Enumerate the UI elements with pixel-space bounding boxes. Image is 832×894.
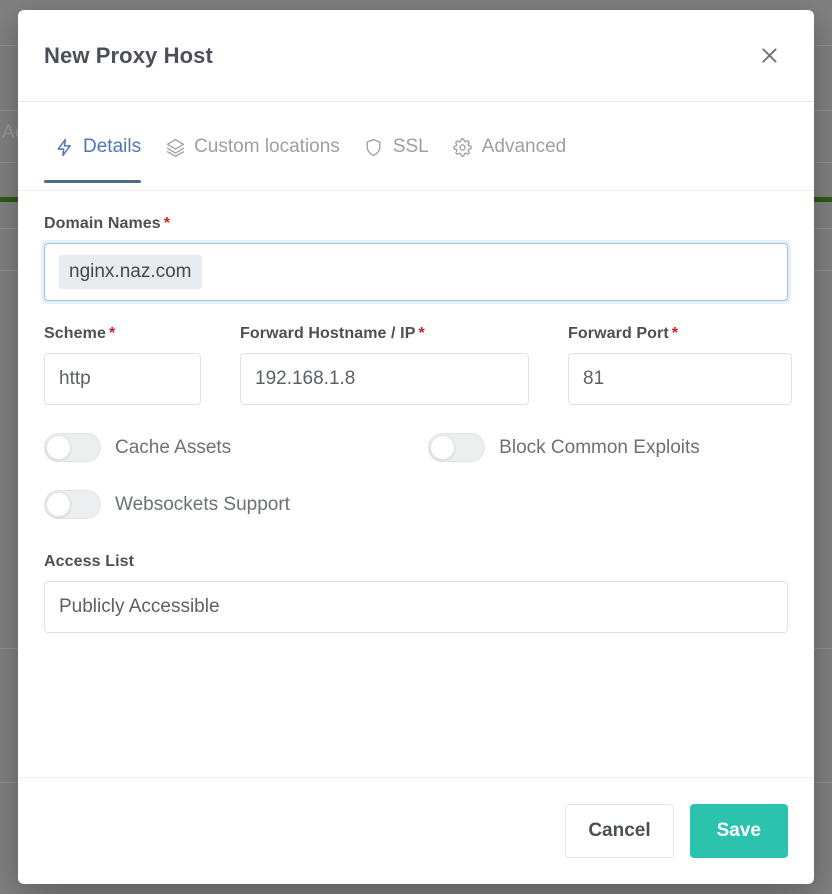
- forward-settings-row: Scheme * http Forward Hostname / IP * 192.…: [44, 325, 792, 405]
- required-marker: *: [418, 325, 425, 342]
- scheme-field: Scheme * http: [44, 325, 201, 405]
- block-common-exploits-label: Block Common Exploits: [499, 436, 700, 458]
- forward-port-label-text: Forward Port: [568, 325, 669, 342]
- required-marker: *: [671, 325, 679, 342]
- forward-hostname-field: Forward Hostname / IP * 192.168.1.8: [240, 325, 529, 405]
- required-marker: *: [163, 215, 171, 232]
- scheme-label-text: Scheme: [44, 325, 106, 342]
- domain-names-label-text: Domain Names: [44, 215, 161, 232]
- dialog-header: New Proxy Host: [18, 10, 814, 102]
- tab-custom-locations[interactable]: Custom locations: [155, 124, 354, 170]
- access-list-select[interactable]: Publicly Accessible: [44, 581, 788, 633]
- tab-custom-locations-label: Custom locations: [194, 136, 340, 157]
- block-common-exploits-switch[interactable]: [428, 433, 486, 462]
- domain-names-label: Domain Names *: [44, 215, 788, 233]
- cache-assets-toggle[interactable]: Cache Assets: [44, 433, 231, 462]
- forward-hostname-value: 192.168.1.8: [255, 368, 356, 389]
- dialog-body: Domain Names * nginx.naz.com Scheme * http…: [18, 191, 814, 777]
- close-icon[interactable]: [752, 39, 786, 73]
- tab-advanced-label: Advanced: [481, 136, 567, 157]
- forward-port-input[interactable]: 81: [568, 353, 792, 405]
- cache-assets-label: Cache Assets: [115, 436, 232, 458]
- access-list-value: Publicly Accessible: [59, 596, 220, 617]
- new-proxy-host-dialog: New Proxy Host Details Custom locations …: [18, 10, 814, 884]
- toggles-row-1: Cache Assets Block Common Exploits: [44, 433, 788, 462]
- forward-hostname-label: Forward Hostname / IP *: [240, 325, 529, 343]
- websockets-support-label: Websockets Support: [115, 493, 290, 515]
- websockets-support-toggle[interactable]: Websockets Support: [44, 490, 290, 519]
- tab-details-label: Details: [83, 136, 142, 157]
- forward-port-value: 81: [583, 368, 605, 389]
- scheme-select[interactable]: http: [44, 353, 201, 405]
- gear-icon: [453, 137, 473, 157]
- websockets-support-switch[interactable]: [44, 490, 101, 519]
- scheme-value: http: [59, 368, 91, 389]
- switch-knob: [46, 435, 71, 460]
- domain-tag[interactable]: nginx.naz.com: [59, 255, 202, 289]
- tab-advanced[interactable]: Advanced: [443, 124, 581, 170]
- switch-knob: [430, 435, 456, 460]
- forward-port-label: Forward Port *: [568, 325, 792, 343]
- cache-assets-switch[interactable]: [44, 433, 101, 462]
- dialog-tabs: Details Custom locations SSL Advanced: [18, 102, 814, 191]
- dialog-footer: Cancel Save: [18, 777, 814, 884]
- required-marker: *: [108, 325, 116, 342]
- access-list-field: Access List Publicly Accessible: [44, 553, 788, 633]
- scheme-label: Scheme *: [44, 325, 201, 343]
- access-list-label: Access List: [44, 553, 135, 570]
- switch-knob: [46, 492, 71, 517]
- domain-names-input[interactable]: nginx.naz.com: [44, 243, 788, 301]
- dialog-title: New Proxy Host: [44, 42, 213, 68]
- tab-ssl[interactable]: SSL: [354, 124, 443, 170]
- forward-hostname-input[interactable]: 192.168.1.8: [240, 353, 529, 405]
- block-common-exploits-toggle[interactable]: Block Common Exploits: [428, 433, 700, 462]
- tab-ssl-label: SSL: [392, 136, 429, 157]
- forward-port-field: Forward Port * 81: [568, 325, 792, 405]
- forward-hostname-label-text: Forward Hostname / IP: [240, 325, 416, 342]
- layers-icon: [165, 137, 185, 157]
- domain-names-field: Domain Names * nginx.naz.com: [44, 215, 788, 301]
- tab-details[interactable]: Details: [44, 124, 155, 170]
- save-button[interactable]: Save: [689, 804, 788, 858]
- zap-icon: [54, 137, 74, 157]
- active-tab-indicator: [44, 180, 141, 183]
- shield-icon: [364, 137, 384, 157]
- cancel-button[interactable]: Cancel: [565, 804, 674, 858]
- toggles-row-2: Websockets Support: [44, 490, 788, 519]
